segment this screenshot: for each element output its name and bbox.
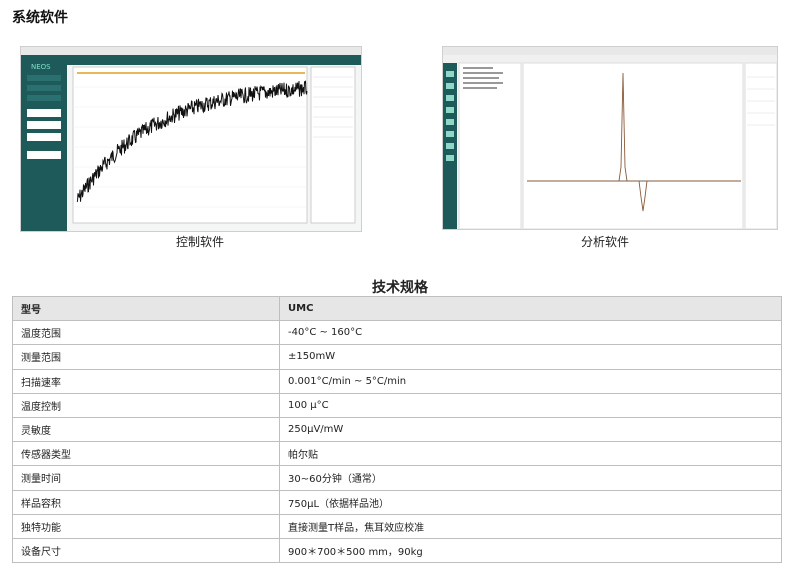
spec-row: 样品容积 750μL（依据样品池）: [12, 489, 782, 515]
spec-key: 样品容积: [12, 489, 280, 515]
spec-value: 0.001°C/min ~ 5°C/min: [279, 368, 782, 394]
spec-table: 型号 UMC 温度范围 -40°C ~ 160°C 测量范围 ±150mW 扫描速率…: [12, 295, 782, 564]
spec-row: 测量时间 30~60分钟（通常）: [12, 465, 782, 491]
spec-value: 250μV/mW: [279, 416, 782, 443]
spec-value: 直接测量T样品，焦耳效应校准: [279, 513, 782, 539]
spec-key: 测量范围: [12, 344, 280, 370]
spec-header-row: 型号 UMC: [12, 295, 782, 322]
spec-key: 设备尺寸: [12, 537, 280, 564]
spec-header-key: 型号: [12, 295, 280, 322]
spec-row: 温度范围 -40°C ~ 160°C: [12, 320, 782, 346]
control-software-caption: 控制软件: [175, 235, 224, 249]
spec-value: 30~60分钟（通常）: [279, 465, 782, 491]
spec-value: 帕尔贴: [279, 441, 782, 467]
control-software-screenshot: NEOS: [20, 46, 362, 232]
spec-row: 设备尺寸 900＊700＊500 mm，90kg: [12, 537, 782, 564]
spec-row: 温度控制 100 μ°C: [12, 392, 782, 418]
spec-value: 900＊700＊500 mm，90kg: [279, 537, 782, 564]
spec-row: 测量范围 ±150mW: [12, 344, 782, 370]
spec-key: 温度范围: [12, 320, 280, 346]
spec-key: 独特功能: [12, 513, 280, 539]
spec-row: 扫描速率 0.001°C/min ~ 5°C/min: [12, 368, 782, 394]
spec-key: 测量时间: [12, 465, 280, 491]
spec-row: 传感器类型 帕尔贴: [12, 441, 782, 467]
spec-key: 扫描速率: [12, 368, 280, 394]
spec-header-value: UMC: [279, 295, 782, 322]
svg-text:NEOS: NEOS: [31, 63, 51, 71]
spec-row: 独特功能 直接测量T样品，焦耳效应校准: [12, 513, 782, 539]
analysis-software-screenshot: [442, 46, 778, 230]
spec-key: 灵敏度: [12, 416, 280, 443]
spec-title: 技术规格: [372, 280, 428, 296]
spec-key: 传感器类型: [12, 441, 280, 467]
section-title: 系统软件: [12, 10, 68, 26]
spec-value: 750μL（依据样品池）: [279, 489, 782, 515]
spec-key: 温度控制: [12, 392, 280, 418]
spec-value: 100 μ°C: [279, 392, 782, 418]
spec-value: -40°C ~ 160°C: [279, 320, 782, 346]
spec-value: ±150mW: [279, 344, 782, 370]
spec-row: 灵敏度 250μV/mW: [12, 416, 782, 443]
analysis-software-caption: 分析软件: [580, 235, 629, 249]
